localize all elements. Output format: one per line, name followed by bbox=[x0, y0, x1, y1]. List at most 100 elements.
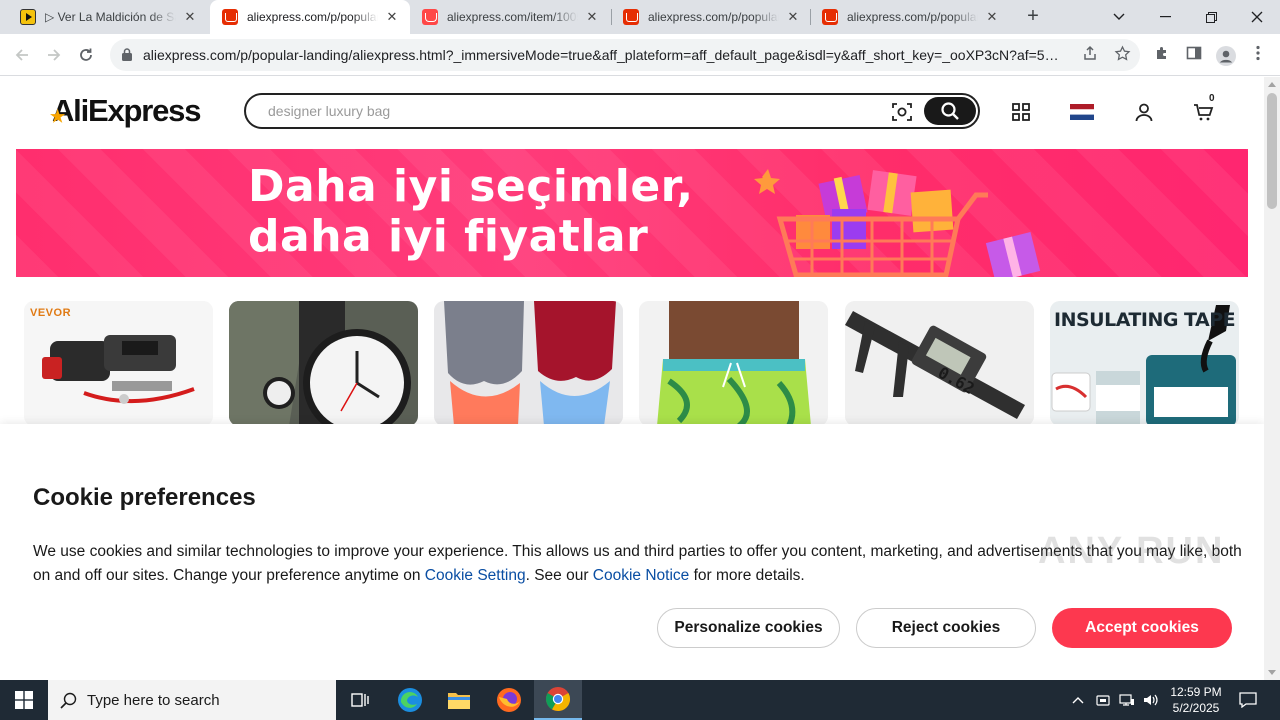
shopping-cart-gifts-illustration bbox=[754, 169, 1041, 277]
tab-search-button[interactable] bbox=[1096, 0, 1142, 34]
clock-date: 5/2/2025 bbox=[1172, 701, 1220, 715]
browser-tab-1[interactable]: ▷ Ver La Maldición de Sayuri ✕ bbox=[8, 0, 208, 34]
page-scrollbar[interactable] bbox=[1264, 77, 1280, 680]
product-card[interactable] bbox=[639, 301, 828, 426]
start-button[interactable] bbox=[0, 680, 48, 720]
aliexpress-favicon-icon bbox=[822, 9, 838, 25]
close-icon bbox=[1251, 11, 1263, 23]
qr-code-icon[interactable] bbox=[1008, 99, 1034, 125]
taskbar-edge[interactable] bbox=[386, 680, 434, 720]
personalize-cookies-button[interactable]: Personalize cookies bbox=[657, 608, 840, 648]
cookie-setting-link[interactable]: Cookie Setting bbox=[425, 567, 526, 584]
task-view-button[interactable] bbox=[336, 680, 384, 720]
close-tab-icon[interactable]: ✕ bbox=[384, 9, 400, 25]
close-tab-icon[interactable]: ✕ bbox=[584, 9, 600, 25]
firefox-icon bbox=[497, 688, 521, 712]
taskbar-clock[interactable]: 12:59 PM 5/2/2025 bbox=[1158, 684, 1234, 716]
restore-icon bbox=[1205, 11, 1217, 23]
search-icon bbox=[60, 692, 77, 709]
wrist-watch-image bbox=[229, 301, 418, 426]
back-button[interactable] bbox=[10, 43, 34, 67]
anyrun-watermark: ANY RUN bbox=[1038, 530, 1225, 572]
search-button[interactable] bbox=[924, 97, 976, 125]
edge-browser-icon bbox=[398, 688, 422, 712]
browser-tab-3[interactable]: aliexpress.com/item/1005 ✕ bbox=[410, 0, 610, 34]
chevron-down-icon bbox=[1113, 13, 1125, 20]
browser-tab-2-active[interactable]: aliexpress.com/p/popular-landing ✕ bbox=[210, 0, 410, 34]
browser-tab-4[interactable]: aliexpress.com/p/popular-landing ✕ bbox=[611, 0, 811, 34]
tray-network-icon[interactable] bbox=[1116, 680, 1138, 720]
play-favicon-icon bbox=[20, 9, 36, 25]
cart-icon[interactable]: 0 bbox=[1191, 93, 1217, 125]
taskbar-search-box[interactable]: Type here to search bbox=[48, 680, 336, 720]
side-panel-icon[interactable] bbox=[1183, 45, 1205, 67]
scrollbar-thumb[interactable] bbox=[1267, 93, 1277, 209]
address-bar[interactable]: aliexpress.com/p/popular-landing/aliexpr… bbox=[110, 39, 1140, 71]
digital-caliper-image bbox=[845, 301, 1034, 426]
search-input[interactable] bbox=[268, 101, 868, 121]
chrome-icon bbox=[545, 687, 571, 712]
cart-count-badge: 0 bbox=[1209, 93, 1215, 104]
tab-title: aliexpress.com/p/popular-landing bbox=[247, 10, 378, 24]
product-headline: INSULATING TAPE bbox=[1054, 309, 1236, 331]
tab-title: aliexpress.com/item/1005 bbox=[447, 10, 578, 24]
taskbar-chrome-active[interactable] bbox=[534, 680, 582, 720]
clock-time: 12:59 PM bbox=[1170, 685, 1222, 699]
cookie-text-part3: for more details. bbox=[689, 567, 805, 584]
taskbar-firefox[interactable] bbox=[485, 680, 533, 720]
product-card[interactable]: INSULATING TAPE bbox=[1050, 301, 1239, 426]
lock-icon bbox=[122, 48, 132, 61]
tab-title: aliexpress.com/p/popular-landing bbox=[847, 10, 978, 24]
arrow-left-icon bbox=[15, 49, 28, 61]
product-card[interactable]: 0.62 bbox=[845, 301, 1034, 426]
cookie-title: Cookie preferences bbox=[33, 484, 256, 511]
taskbar-file-explorer[interactable] bbox=[435, 680, 483, 720]
tray-security-icon[interactable] bbox=[1093, 680, 1113, 720]
close-tab-icon[interactable]: ✕ bbox=[785, 9, 801, 25]
windows-taskbar: Type here to search 12:59 PM 5/2/2025 bbox=[0, 680, 1280, 720]
minimize-button[interactable] bbox=[1142, 0, 1188, 34]
image-search-icon[interactable] bbox=[891, 101, 913, 123]
reject-cookies-button[interactable]: Reject cookies bbox=[856, 608, 1036, 648]
chrome-menu-icon[interactable] bbox=[1247, 45, 1269, 67]
product-card[interactable] bbox=[229, 301, 418, 426]
tab-title: ▷ Ver La Maldición de Sayuri bbox=[45, 10, 176, 24]
browser-tab-5[interactable]: aliexpress.com/p/popular-landing ✕ bbox=[810, 0, 1010, 34]
product-brand-label: VEVOR bbox=[30, 307, 72, 319]
restore-button[interactable] bbox=[1188, 0, 1234, 34]
aliexpress-page: AliExpress ★ 0 Daha iyi seçimler, daha i… bbox=[0, 77, 1264, 680]
close-window-button[interactable] bbox=[1234, 0, 1280, 34]
browser-toolbar: aliexpress.com/p/popular-landing/aliexpr… bbox=[0, 34, 1280, 76]
new-tab-button[interactable]: + bbox=[1022, 6, 1044, 28]
leggings-image bbox=[434, 301, 623, 426]
aliexpress-favicon-icon bbox=[222, 9, 238, 25]
share-icon[interactable] bbox=[1080, 45, 1100, 65]
logo-star-icon: ★ bbox=[50, 107, 65, 126]
reload-button[interactable] bbox=[74, 43, 98, 67]
close-tab-icon[interactable]: ✕ bbox=[984, 9, 1000, 25]
close-tab-icon[interactable]: ✕ bbox=[182, 9, 198, 25]
extensions-puzzle-icon[interactable] bbox=[1151, 45, 1173, 67]
scroll-down-arrow-icon[interactable] bbox=[1268, 670, 1276, 675]
forward-button[interactable] bbox=[42, 43, 66, 67]
aliexpress-logo[interactable]: AliExpress ★ bbox=[50, 93, 201, 129]
profile-avatar-icon[interactable] bbox=[1215, 45, 1237, 67]
netherlands-flag-icon[interactable] bbox=[1069, 99, 1095, 125]
bookmark-star-icon[interactable] bbox=[1112, 45, 1132, 65]
tray-overflow-chevron-icon[interactable] bbox=[1068, 680, 1088, 720]
swim-shorts-image bbox=[639, 301, 828, 426]
notifications-icon[interactable] bbox=[1236, 680, 1260, 720]
cookie-text-part2: . See our bbox=[525, 567, 593, 584]
product-card[interactable] bbox=[434, 301, 623, 426]
product-card[interactable]: VEVOR bbox=[24, 301, 213, 426]
banner-headline-line1: Daha iyi seçimler, bbox=[248, 161, 694, 212]
accept-cookies-button[interactable]: Accept cookies bbox=[1052, 608, 1232, 648]
scroll-up-arrow-icon[interactable] bbox=[1268, 82, 1276, 87]
windows-logo-icon bbox=[15, 691, 33, 709]
account-user-icon[interactable] bbox=[1131, 99, 1157, 125]
tab-title: aliexpress.com/p/popular-landing bbox=[648, 10, 779, 24]
aliexpress-app-favicon-icon bbox=[422, 9, 438, 25]
cookie-notice-link[interactable]: Cookie Notice bbox=[593, 567, 690, 584]
promo-banner[interactable]: Daha iyi seçimler, daha iyi fiyatlar bbox=[16, 149, 1248, 277]
browser-tab-strip: ▷ Ver La Maldición de Sayuri ✕ aliexpres… bbox=[0, 0, 1280, 34]
